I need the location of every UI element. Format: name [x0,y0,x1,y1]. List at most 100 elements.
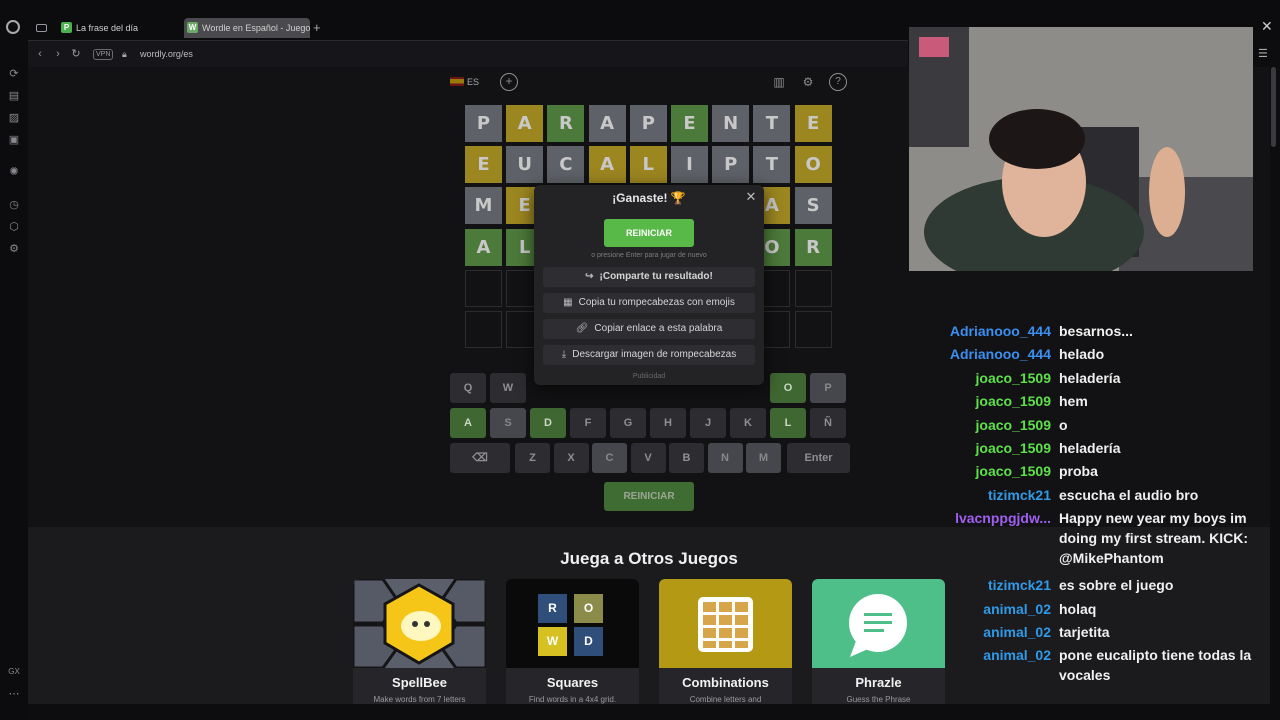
backspace-key[interactable]: ⌫ [450,443,510,473]
game-card-combinations[interactable]: Combinations Combine letters and [659,579,792,704]
download-image-button[interactable]: ⤓ Descargar imagen de rompecabezas [543,345,755,365]
extensions-icon[interactable]: ⬡ [6,219,22,235]
chat-message: Adrianooo_444 besarnos... [912,321,1262,343]
tab-manager-icon[interactable] [36,24,47,32]
stats-icon[interactable]: ▥ [770,73,788,91]
chat-username[interactable]: joaco_1509 [976,438,1052,458]
share-result-button[interactable]: ↪ ¡Comparte tu resultado! [543,267,755,287]
menu-icon[interactable]: ☰ [1258,47,1268,60]
chat-username[interactable]: Adrianooo_444 [950,344,1051,364]
download-icon: ⤓ [561,349,567,360]
forward-icon[interactable]: › [50,46,66,62]
chat-username[interactable]: joaco_1509 [976,391,1052,411]
more-icon[interactable]: ⋯ [6,686,22,702]
add-icon[interactable]: + [500,73,518,91]
spain-flag-icon [450,77,464,86]
key[interactable]: S [490,408,526,438]
close-window-icon[interactable]: ✕ [1261,18,1273,35]
gear-icon[interactable]: ⚙ [799,73,817,91]
chatgpt-icon[interactable]: ✺ [6,164,22,180]
chat-message: joaco_1509 heladería [912,438,1262,460]
vpn-badge[interactable]: VPN [93,49,114,60]
key[interactable]: A [450,408,486,438]
reload-icon[interactable]: ↻ [68,46,84,62]
twitch-icon[interactable]: ▨ [6,110,22,126]
key[interactable]: Z [515,443,550,473]
back-icon[interactable]: ‹ [32,46,48,62]
key[interactable]: M [746,443,781,473]
key[interactable]: X [553,443,589,473]
chat-username[interactable]: tizimck21 [988,575,1051,595]
refresh-feed-icon[interactable]: ⟳ [6,66,22,82]
chat-username[interactable]: tizimck21 [988,485,1051,505]
gx-icon[interactable]: GX [6,664,22,680]
board-tile: E [671,105,708,142]
board-tile [794,311,832,348]
card-desc: Find words in a 4x4 grid. [528,695,617,704]
lock-icon[interactable]: 🔒︎ [122,47,127,61]
close-icon[interactable]: ✕ [744,190,758,204]
chat-username[interactable]: joaco_1509 [976,368,1052,388]
chat-message: tizimck21 escucha el audio bro [912,485,1262,507]
chat-username[interactable]: animal_02 [983,645,1051,665]
chat-text: o [1059,416,1068,433]
key[interactable]: J [690,408,726,438]
bag-icon[interactable]: ▤ [6,88,22,104]
streamer-video [909,27,1253,271]
board-tile: U [506,146,544,184]
key[interactable]: G [610,408,646,438]
chat-username[interactable]: animal_02 [983,599,1051,619]
chat-text: besarnos... [1059,323,1133,339]
game-card-squares[interactable]: R O W D Squares Find words in a 4x4 grid… [506,579,639,704]
enter-key[interactable]: Enter [787,443,850,473]
key[interactable]: F [570,408,606,438]
key[interactable]: O [770,373,806,403]
key[interactable]: K [730,408,766,438]
key[interactable]: L [770,408,806,438]
key[interactable]: H [650,408,686,438]
messenger-icon[interactable]: ▣ [6,132,22,148]
chat-message: animal_02 tarjetita [912,622,1262,644]
page-scrollbar[interactable] [1271,67,1276,147]
chat-username[interactable]: animal_02 [983,622,1051,642]
chat-username[interactable]: lvacnppgjdw... [955,508,1051,528]
tab-favicon-icon: W [187,22,198,33]
key[interactable]: Ñ [810,408,846,438]
chat-username[interactable]: Adrianooo_444 [950,321,1051,341]
help-icon[interactable]: ? [829,73,847,91]
chat-message: joaco_1509 proba [912,461,1262,483]
chat-message: joaco_1509 o [912,415,1262,437]
key[interactable]: Q [450,373,486,403]
new-tab-icon[interactable]: + [313,20,321,35]
url-field[interactable]: wordly.org/es [140,47,193,61]
history-icon[interactable]: ◷ [6,197,22,213]
restart-button[interactable]: REINICIAR [604,482,694,511]
key[interactable]: D [530,408,566,438]
chat-username[interactable]: joaco_1509 [976,415,1052,435]
key[interactable]: B [669,443,704,473]
settings-icon[interactable]: ⚙ [6,241,22,257]
card-title: SpellBee [392,675,447,690]
browser-sidebar: ⟳ ▤ ▨ ▣ ✺ ◷ ⬡ ⚙ GX ⋯ [0,40,28,720]
share-label: ¡Comparte tu resultado! [599,271,713,282]
board-tile: A [465,228,502,266]
key[interactable]: N [707,443,743,473]
chat-message: Adrianooo_444 helado [912,344,1262,366]
modal-restart-button[interactable]: REINICIAR [604,219,694,247]
tab-la-frase[interactable]: P La frase del día [58,18,178,38]
game-card-spellbee[interactable]: SpellBee Make words from 7 letters [353,579,486,704]
browser-logo-icon[interactable] [6,20,20,34]
board-tile: C [547,146,585,184]
copy-emojis-button[interactable]: ▦ Copia tu rompecabezas con emojis [543,293,755,313]
key[interactable]: P [810,373,846,403]
modal-hint: o presione Enter para jugar de nuevo [591,252,707,259]
tab-label: La frase del día [76,23,139,33]
tab-wordle[interactable]: W Wordle en Español - Juego [184,18,310,38]
tab-label: Wordle en Español - Juego [202,23,310,33]
key[interactable]: C [592,443,627,473]
key[interactable]: W [490,373,526,403]
key[interactable]: V [630,443,666,473]
chat-username[interactable]: joaco_1509 [976,461,1052,481]
language-selector[interactable]: ES [450,73,490,91]
copy-link-button[interactable]: 🔗︎ Copiar enlace a esta palabra [543,319,755,339]
